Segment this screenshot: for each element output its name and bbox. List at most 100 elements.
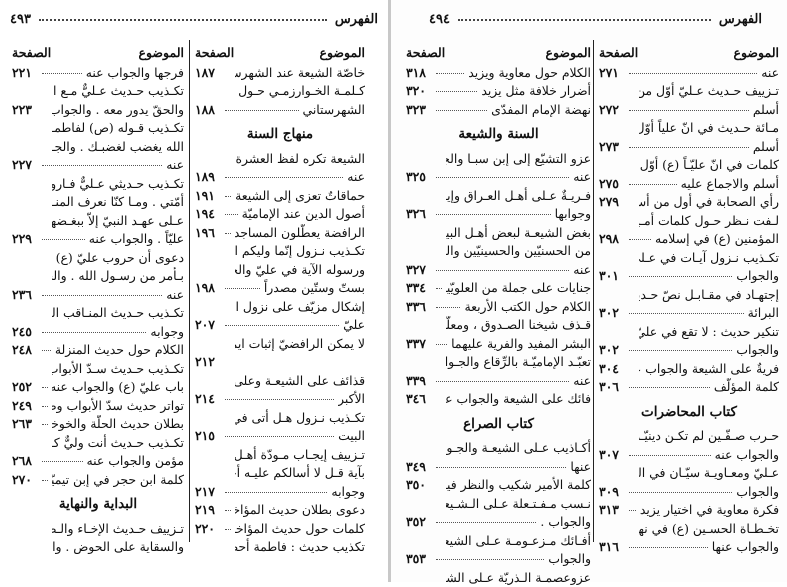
column-header: الموضوعالصفحة — [195, 44, 365, 63]
entry-topic: أصول الدين عند الإماميّة — [242, 205, 365, 224]
entry-page-number: ١٨٩ — [195, 168, 221, 187]
dot-leader — [436, 504, 442, 505]
index-entry: لا يمكن الرافضيّ إثبات ايمان عليّ — [195, 335, 365, 354]
entry-page-number: ٣٣٧ — [406, 335, 432, 354]
index-entry: قـذف شيخنا الصـدوق ، ومعلّم — [406, 316, 591, 335]
index-entry: أمّتي . ومـا كنّا نعرف المنـافقين — [12, 193, 184, 212]
entry-topic: تـزييف حـديث الإخـاء والـطير — [52, 520, 184, 539]
entry-page-number: ٣٣٩ — [406, 372, 432, 391]
dot-leader — [225, 362, 361, 363]
index-entry: عنه٣٢٧ — [406, 261, 591, 280]
dot-leader — [42, 276, 48, 277]
entry-topic: بستّ وستّين مصدراً — [264, 279, 365, 298]
section-heading: السنة والشيعة — [406, 125, 591, 144]
section-heading: كتاب المحاضرات — [599, 403, 779, 422]
dot-leader — [629, 128, 635, 129]
entry-topic: إشكال مزيّف على نزول الآيـة في — [235, 298, 365, 317]
entry-page-number: ٢٩٨ — [599, 230, 625, 249]
index-entry: تكـذيب نـزول هـل أتى في أهـل — [195, 409, 365, 428]
dot-leader — [42, 406, 48, 407]
entry-topic: عـليّ ومعـاويـة سيّـان في النسب — [639, 464, 779, 483]
entry-topic: والجواب عنها — [712, 538, 779, 557]
entry-topic: الكلام حول معاوية ويزيد — [468, 64, 591, 83]
entry-topic: وجوابه — [150, 323, 184, 342]
entry-topic: إجتهـاد في مقـابـل نصّ حـديث — [639, 286, 779, 305]
entry-page-number: ٢٧١ — [599, 64, 625, 83]
running-head-title: الفهرس — [719, 12, 762, 27]
entry-topic: أسلم — [753, 138, 779, 157]
index-entry: الكلام حول حديث المنزلة٢٤٨ — [12, 341, 184, 360]
entry-topic: عليّ — [343, 316, 365, 335]
dot-leader — [436, 159, 442, 160]
index-entry: أضرار خلافة مثل يزيد٣٢٠ — [406, 82, 591, 101]
entry-page-number: ٢٤٨ — [12, 341, 38, 360]
entry-topic: الأكبر — [338, 390, 365, 409]
entry-topic: والجواب عنه — [715, 446, 779, 465]
index-entry: إجتهـاد في مقـابـل نصّ حـديث — [599, 286, 779, 305]
index-entry: فائك على الشيعة والجواب عنها٣٤٦ — [406, 390, 591, 409]
page-number: ٤٩٣ — [10, 12, 31, 27]
entry-page-number: ٣٤٦ — [406, 390, 432, 409]
entry-topic: فكرة معاوية في اختيار يزيد — [640, 501, 779, 520]
entry-page-number: ٣٢٥ — [406, 168, 432, 187]
dot-leader — [225, 344, 231, 345]
entry-topic: فـريـةٌ عـلى أهـل العـراق وإيـران — [446, 187, 591, 206]
dot-leader — [225, 510, 231, 511]
dot-leader — [436, 270, 569, 271]
index-entry: تكـذيب حـديث سـدّ الأبواب إلاّ — [12, 360, 184, 379]
column-header-page: الصفحة — [195, 44, 234, 63]
index-entry: أصول الدين عند الإماميّة ١٩٤ — [195, 205, 365, 224]
entry-page-number: ٢٠٧ — [195, 316, 221, 335]
entry-topic: دعوى أن حروب عليّ (ع) لم يكن — [52, 249, 184, 268]
entry-page-number: ٢٣٦ — [12, 286, 38, 305]
index-entry: والجواب٣٠٩ — [599, 483, 779, 502]
index-entry: تكـذيب نـزول إنّما وليكم الله — [195, 242, 365, 261]
entry-topic: جنايات على جملة من العلويّين — [446, 279, 591, 298]
index-entry: والجواب٣٠١ — [599, 267, 779, 286]
index-entry: بـأمر من رسـول الله . والجـواب — [12, 267, 184, 286]
dot-leader — [225, 455, 231, 456]
dot-leader — [42, 443, 48, 444]
running-head: الفهرس ٤٩٣ — [10, 10, 378, 28]
dot-leader — [42, 480, 48, 481]
entry-topic: عنه — [166, 286, 184, 305]
index-entry: عـليّ ومعـاويـة سيّـان في النسب — [599, 464, 779, 483]
column-header-page: الصفحة — [406, 44, 445, 63]
index-entry: تكـذيب حـديث المنـاقب العشر — [12, 304, 184, 323]
entry-topic: بآية قـل لا أسالكم عليـه أجراً . — [235, 464, 365, 483]
entry-page-number: ٢٧٩ — [599, 193, 625, 212]
index-entry: دعوى أن حروب عليّ (ع) لم يكن — [12, 249, 184, 268]
entry-topic: تكذيب حديث : فاطمة أحصنت — [235, 538, 365, 557]
dot-leader — [42, 110, 48, 111]
entry-page-number: ١٩٦ — [195, 224, 221, 243]
index-entry: والجواب عنه٣٠٧ — [599, 446, 779, 465]
entry-topic: تكـذيب نـزول هـل أتى في أهـل — [235, 409, 365, 428]
dot-leader — [436, 233, 442, 234]
entry-page-number: ٣٥٢ — [406, 513, 432, 532]
entry-page-number: ٣٣٦ — [406, 298, 432, 317]
index-entry: حـرب صـفّـين لم تكـن دينيّـة — [599, 427, 779, 446]
dot-leader — [436, 362, 442, 363]
index-entry: والجواب عنها٣١٦ — [599, 538, 779, 557]
index-entry: تـزييف حـديث عـليّ أوّل من — [599, 82, 779, 101]
index-entry: تـزييف إيجـاب مـودّة أهـل البيت — [195, 446, 365, 465]
index-entry: باب عليّ (ع) والجواب عنه٢٥٢ — [12, 378, 184, 397]
index-entry: الله يغضب لغضبـك . والجـواب — [12, 138, 184, 157]
entry-topic: قذائف على الشيعـة وعلى شيخهـا — [235, 372, 365, 391]
entry-page-number: ٢٢٠ — [195, 520, 221, 539]
entry-topic: كلمة ابن حجر في إبن تيميّة — [52, 471, 184, 490]
index-entry: والجواب٣٥٣ — [406, 550, 591, 569]
entry-page-number: ٢٧٥ — [599, 175, 625, 194]
dot-leader — [629, 547, 708, 548]
dot-leader — [42, 239, 85, 240]
index-entry: رأي الصحابة في أول من أسلم٢٧٩ — [599, 193, 779, 212]
entry-page-number: ١٩٤ — [195, 205, 221, 224]
index-entry: أكـاذيب عـلى الشيعـة والجـواب — [406, 439, 591, 458]
dot-leader — [42, 202, 48, 203]
entry-topic: تـزييف إيجـاب مـودّة أهـل البيت — [235, 446, 365, 465]
dot-leader — [225, 159, 231, 160]
entry-page-number: ٢١٧ — [195, 483, 221, 502]
entry-topic: والجواب — [736, 341, 779, 360]
entry-page-number: ٢٧٠ — [12, 471, 38, 490]
entry-topic: المؤمنين (ع) في إسلامه — [655, 230, 779, 249]
